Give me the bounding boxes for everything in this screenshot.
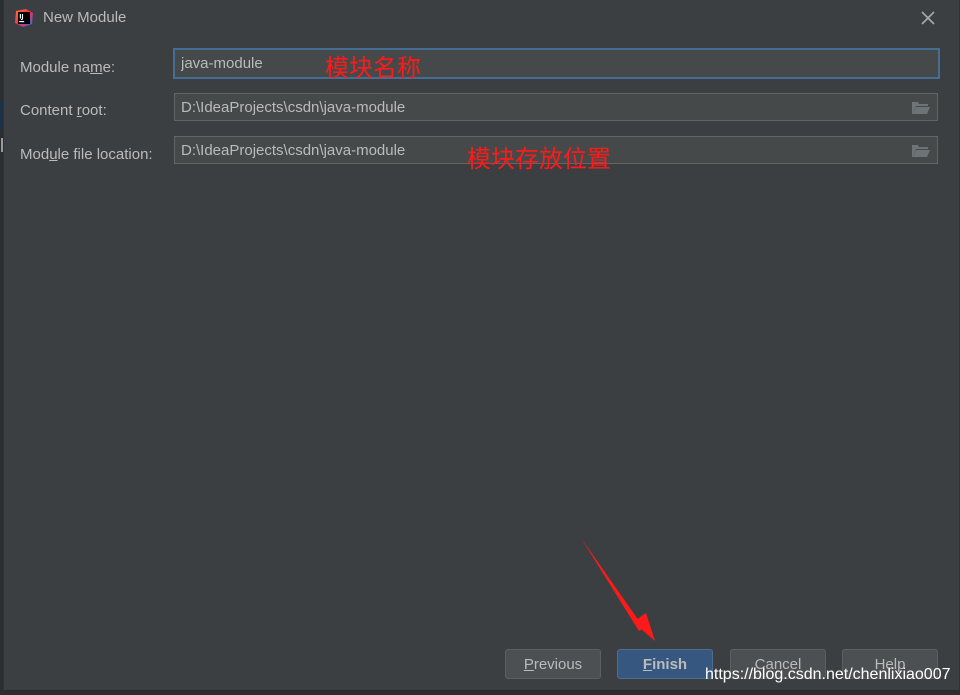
module-name-annotation: 模块名称 [325,54,421,82]
label-text: oot: [81,102,107,119]
svg-text:IJ: IJ [19,14,23,21]
module-name-input[interactable] [181,50,901,77]
title-bar[interactable]: IJ New Module [4,0,959,36]
button-label: revious [533,655,583,673]
new-module-dialog: IJ New Module Module name: 模块名称 Content … [3,0,960,691]
close-icon[interactable] [916,6,940,30]
folder-open-icon[interactable] [911,143,931,159]
label-text: e: [102,59,116,76]
previous-button[interactable]: Previous [505,649,601,679]
location-annotation: 模块存放位置 [467,145,611,173]
button-mnemonic: P [523,655,534,673]
dialog-title: New Module [43,9,127,26]
label-text: Content [20,102,77,119]
button-mnemonic: F [642,655,653,673]
content-root-input[interactable] [181,94,901,120]
button-label: inish [652,655,688,673]
finish-button[interactable]: Finish [617,649,713,679]
label-text: Mod [20,146,50,163]
label-mnemonic: m [90,59,103,76]
watermark-text: https://blog.csdn.net/chenlixiao007 [705,666,951,683]
module-name-field[interactable] [173,48,940,79]
label-text: Module na [20,59,91,76]
label-text: le file location: [57,146,153,163]
content-root-label: Content root: [20,102,107,119]
module-name-label: Module name: [20,59,115,76]
label-mnemonic: u [49,146,58,163]
module-file-location-label: Module file location: [20,146,153,163]
content-root-field[interactable] [174,93,938,121]
intellij-idea-icon: IJ [15,9,33,27]
folder-open-icon[interactable] [911,100,931,116]
